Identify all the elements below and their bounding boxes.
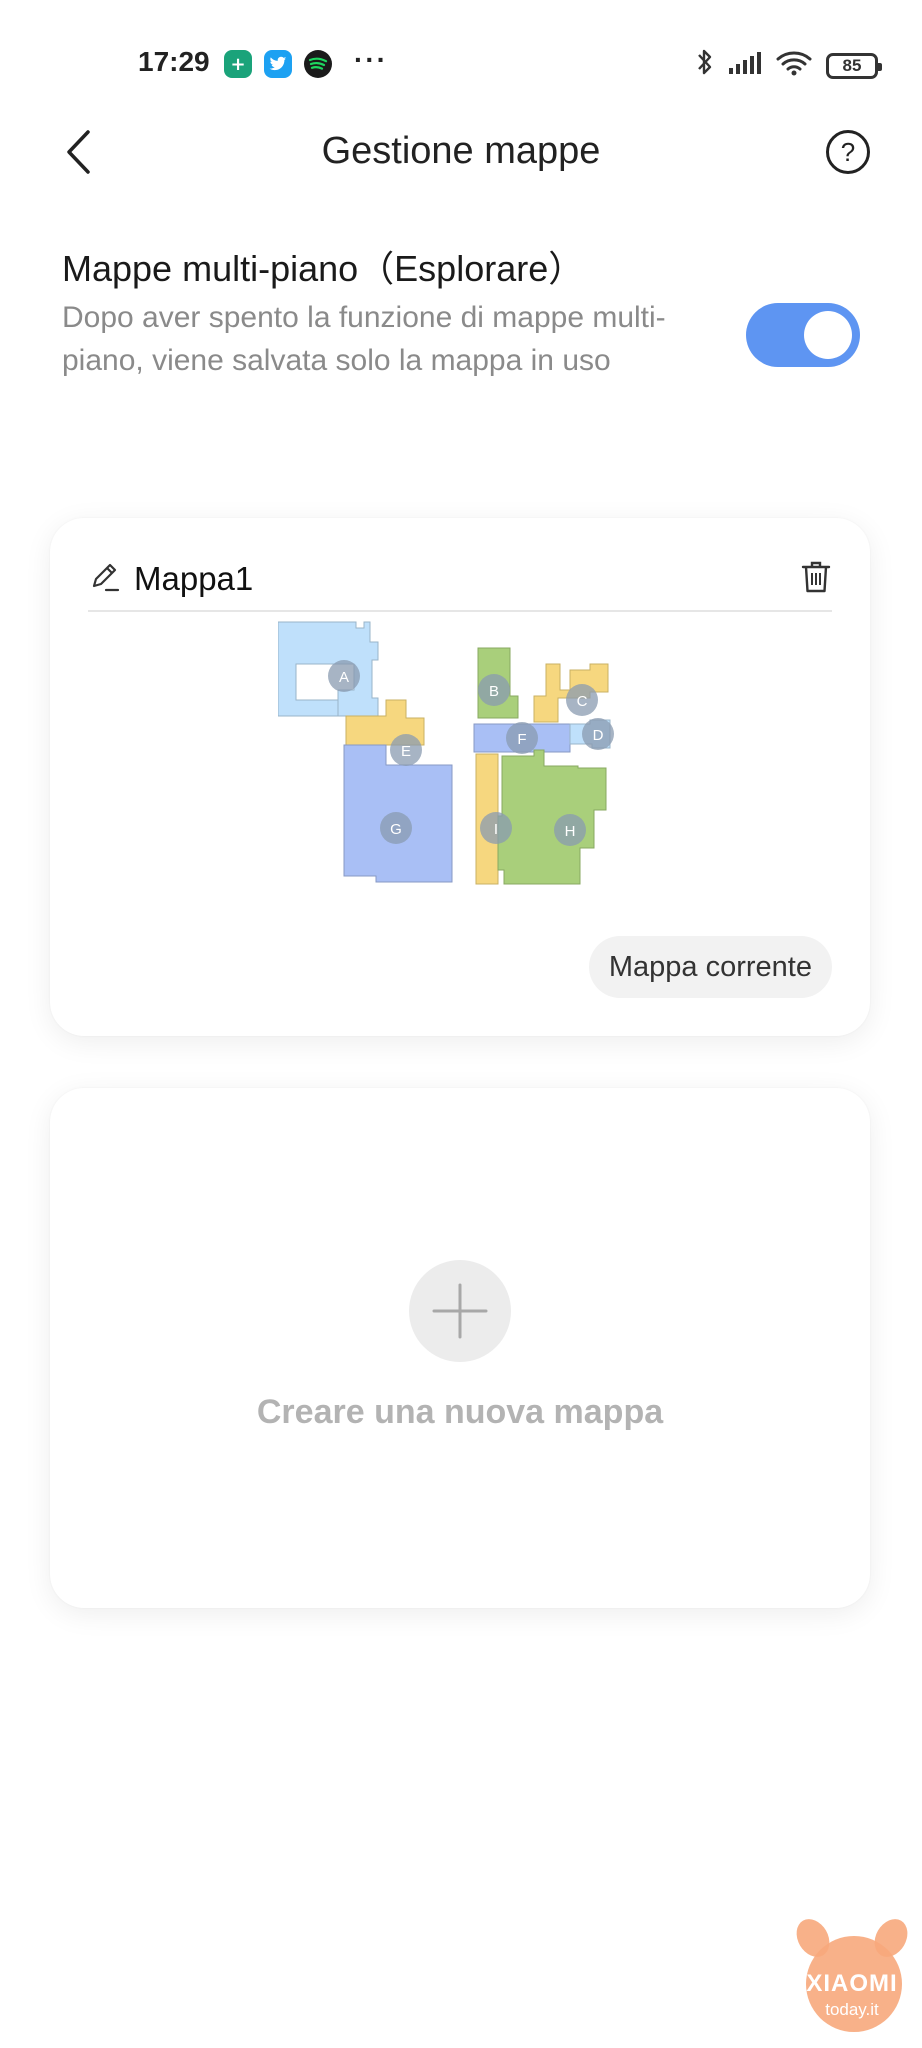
status-bar: 17:29 + ··· 85 — [0, 0, 922, 120]
new-map-label: Creare una nuova mappa — [256, 1393, 664, 1431]
map-card[interactable]: Mappa1 A B C D E F G H I Mappa corrente — [50, 518, 870, 1036]
room-label-c: C — [577, 693, 588, 710]
help-icon: ? — [840, 136, 856, 167]
bluetooth-icon — [696, 48, 714, 83]
room-label-h: H — [565, 823, 576, 840]
map-name: Mappa1 — [134, 560, 254, 597]
room-a-area — [278, 621, 379, 717]
room-label-d: D — [593, 727, 604, 744]
green-app-icon: + — [224, 50, 252, 78]
watermark-site: today.it — [825, 2000, 879, 2019]
map-card-header: Mappa1 — [88, 542, 832, 612]
room-label-a: A — [339, 669, 349, 686]
battery-icon: 85 — [826, 52, 882, 79]
page-title: Gestione mappe — [321, 130, 601, 172]
spotify-icon — [304, 50, 332, 78]
room-h-area — [497, 749, 607, 885]
status-right-group: 85 — [696, 48, 882, 83]
status-time: 17:29 — [138, 46, 210, 77]
current-map-button[interactable]: Mappa corrente — [588, 936, 832, 998]
plus-icon — [432, 1283, 488, 1339]
multi-floor-title: Mappe multi-piano（Esplorare） — [62, 248, 585, 289]
twitter-icon — [264, 50, 292, 78]
room-label-i: I — [494, 821, 498, 838]
room-label-f: F — [517, 731, 526, 748]
room-label-g: G — [390, 821, 402, 838]
multi-floor-description: Dopo aver spento la funzione di mappe mu… — [62, 301, 666, 377]
edit-pencil-icon[interactable] — [88, 560, 122, 594]
room-label-e: E — [401, 743, 411, 760]
watermark-brand: XIAOMI — [806, 1970, 898, 1997]
more-notifications-indicator: ··· — [354, 44, 388, 75]
help-button[interactable]: ? — [826, 130, 870, 174]
multi-floor-toggle[interactable] — [746, 303, 860, 367]
trash-icon[interactable] — [800, 560, 832, 594]
map-preview[interactable]: A B C D E F G H I — [278, 620, 650, 888]
xiaomi-today-watermark: XIAOMI today.it — [782, 1913, 922, 2048]
battery-level: 85 — [842, 55, 862, 75]
room-label-b: B — [489, 683, 499, 700]
wifi-icon — [776, 50, 812, 81]
add-map-button[interactable] — [409, 1260, 511, 1362]
signal-icon — [728, 51, 762, 80]
new-map-card[interactable]: Creare una nuova mappa — [50, 1088, 870, 1608]
toggle-knob — [804, 311, 852, 359]
